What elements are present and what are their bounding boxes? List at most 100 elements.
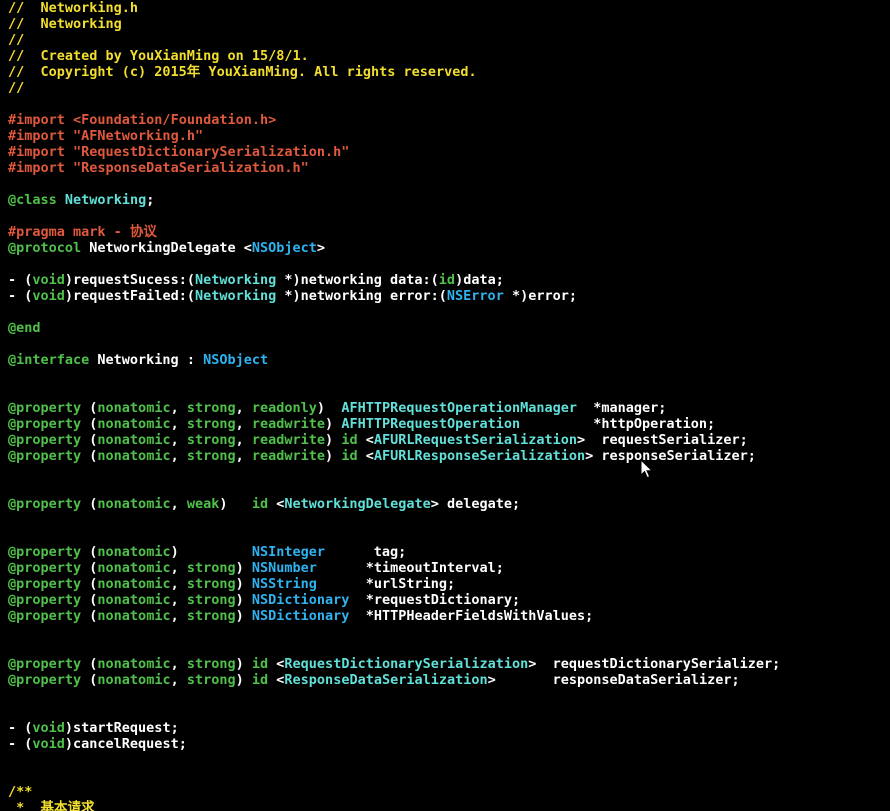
code-token-class: AFURLResponseSerialization: [373, 448, 586, 464]
code-token-plain: ,: [170, 496, 187, 512]
code-token-comment: //: [8, 80, 25, 96]
code-token-keyword: nonatomic: [97, 448, 171, 464]
code-line: @property (nonatomic, strong) NSDictiona…: [8, 608, 780, 624]
code-token-keyword: @protocol: [8, 240, 82, 256]
code-token-plain: NetworkingDelegate <: [81, 240, 252, 256]
code-token-directive: #import: [8, 128, 74, 144]
code-token-plain: - (: [8, 720, 33, 736]
code-token-plain: ): [235, 656, 252, 672]
code-token-comment: //: [8, 32, 25, 48]
code-token-plain: (: [81, 416, 98, 432]
code-line: #import "AFNetworking.h": [8, 128, 780, 144]
code-token-plain: > responseSerializer;: [585, 448, 756, 464]
code-token-plain: *manager;: [577, 400, 667, 416]
code-token-plain: ,: [170, 400, 187, 416]
code-line: #import "RequestDictionarySerialization.…: [8, 144, 780, 160]
code-token-directive: #pragma mark - 协议: [8, 224, 157, 240]
code-token-keyword: strong: [186, 416, 236, 432]
code-line: @property (nonatomic, strong) id <Respon…: [8, 672, 780, 688]
code-token-keyword: id: [251, 656, 269, 672]
code-line: - (void)requestFailed:(Networking *)netw…: [8, 288, 780, 304]
code-token-class: AFHTTPRequestOperation: [341, 416, 521, 432]
code-token-string: "ResponseDataSerialization.h": [73, 160, 309, 176]
code-token-plain: - (: [8, 736, 33, 752]
code-line: @property (nonatomic, strong) NSString *…: [8, 576, 780, 592]
code-token-keyword: readwrite: [251, 448, 326, 464]
code-token-plain: ): [170, 544, 252, 560]
code-line: #import <Foundation/Foundation.h>: [8, 112, 780, 128]
code-token-plain: ,: [235, 416, 252, 432]
code-text-area[interactable]: // Networking.h// Networking//// Created…: [8, 0, 780, 811]
code-token-class: ResponseDataSerialization: [284, 672, 488, 688]
code-line: @property (nonatomic, strong, readonly) …: [8, 400, 780, 416]
code-token-plain: (: [81, 592, 98, 608]
code-token-plain: - (: [8, 272, 33, 288]
code-token-keyword: @property: [8, 576, 82, 592]
code-token-plain: (: [81, 496, 98, 512]
code-token-comment: // Created by YouXianMing on 15/8/1.: [8, 48, 309, 64]
code-token-plain: )startRequest;: [64, 720, 179, 736]
code-token-type: NSError: [446, 288, 504, 304]
code-token-plain: ): [235, 560, 252, 576]
code-token-plain: ): [325, 416, 342, 432]
code-token-comment: // Networking: [8, 16, 122, 32]
code-line: * 基本请求: [8, 800, 780, 811]
code-token-type: NSNumber: [251, 560, 317, 576]
code-token-keyword: nonatomic: [97, 400, 171, 416]
code-token-plain: (: [81, 400, 98, 416]
code-token-plain: ;: [146, 192, 155, 208]
code-line: - (void)cancelRequest;: [8, 736, 780, 752]
code-token-class: AFHTTPRequestOperationManager: [341, 400, 578, 416]
code-token-plain: Networking :: [89, 352, 204, 368]
code-token-keyword: strong: [186, 576, 236, 592]
code-token-plain: *HTTPHeaderFieldsWithValues;: [349, 608, 594, 624]
code-token-plain: *urlString;: [316, 576, 456, 592]
code-token-keyword: id: [341, 448, 358, 464]
code-token-keyword: nonatomic: [97, 416, 171, 432]
code-token-keyword: nonatomic: [97, 656, 171, 672]
code-token-plain: (: [81, 432, 98, 448]
code-token-class: Networking: [194, 288, 277, 304]
code-token-plain: <: [268, 672, 285, 688]
code-line: /**: [8, 784, 780, 800]
code-token-keyword: @property: [8, 656, 82, 672]
code-token-keyword: @property: [8, 592, 82, 608]
code-token-plain: ,: [235, 448, 252, 464]
code-token-class: NetworkingDelegate: [284, 496, 431, 512]
code-token-plain: ,: [170, 608, 187, 624]
mouse-pointer-icon: [640, 459, 654, 479]
code-token-plain: <: [268, 496, 285, 512]
code-token-keyword: nonatomic: [97, 608, 171, 624]
code-token-plain: ): [235, 608, 252, 624]
code-token-keyword: id: [251, 496, 269, 512]
code-token-plain: ,: [170, 432, 187, 448]
code-token-type: NSDictionary: [251, 592, 350, 608]
code-token-plain: (: [81, 608, 98, 624]
code-token-keyword: strong: [186, 672, 236, 688]
code-token-keyword: weak: [186, 496, 220, 512]
code-token-plain: *)networking error:(: [276, 288, 447, 304]
code-token-plain: > requestSerializer;: [577, 432, 748, 448]
code-token-plain: tag;: [325, 544, 407, 560]
code-line: @property (nonatomic, strong, readwrite)…: [8, 432, 780, 448]
code-token-plain: > responseDataSerializer;: [487, 672, 740, 688]
code-token-plain: ,: [235, 432, 252, 448]
code-token-plain: *)error;: [503, 288, 577, 304]
code-token-keyword: void: [32, 288, 65, 304]
code-editor[interactable]: // Networking.h// Networking//// Created…: [0, 0, 890, 811]
code-token-plain: *httpOperation;: [520, 416, 716, 432]
code-token-string: <Foundation/Foundation.h>: [73, 112, 277, 128]
code-token-plain: (: [81, 448, 98, 464]
code-line: // Networking.h: [8, 0, 780, 16]
